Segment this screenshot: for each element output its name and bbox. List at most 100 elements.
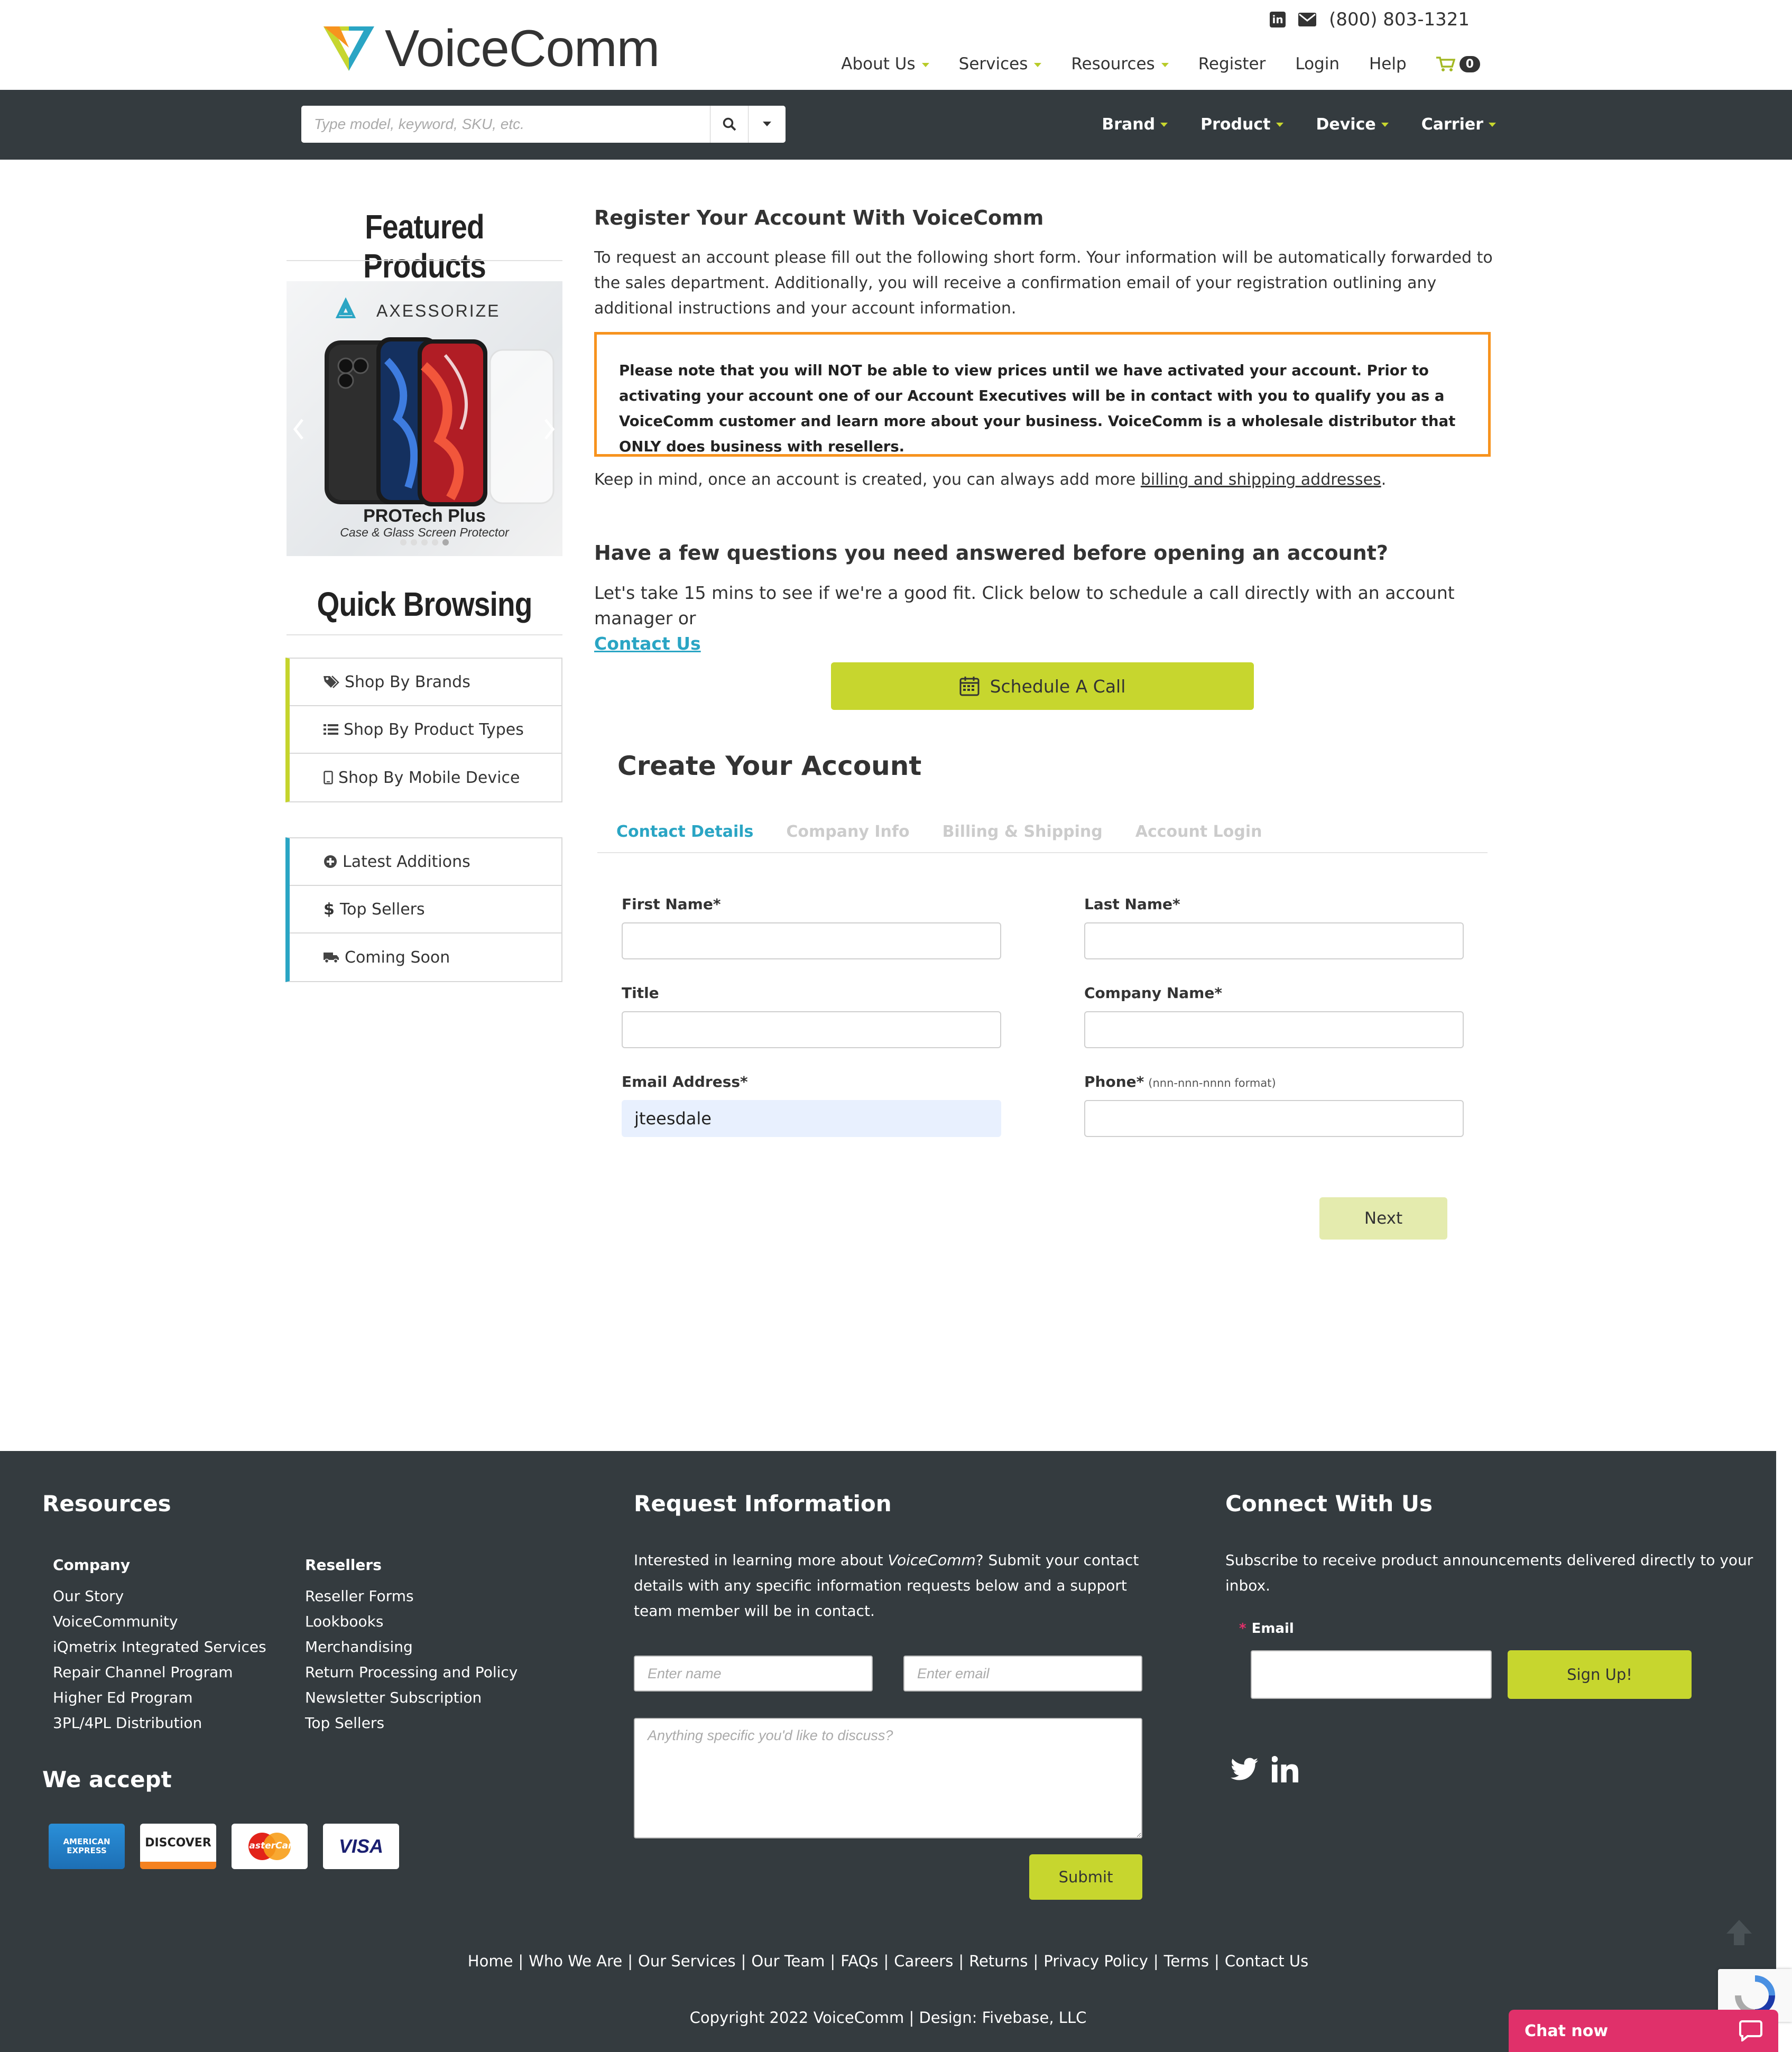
footer-link-privacy-policy[interactable]: Privacy Policy [1043,1952,1148,1970]
subscribe-email-input[interactable] [1251,1650,1492,1699]
cart-count-badge: 0 [1459,56,1480,72]
search-icon [723,117,736,131]
shop-by-product-types-link[interactable]: Shop By Product Types [290,706,561,754]
activation-notice: Please note that you will NOT be able to… [594,332,1491,457]
chevron-down-icon [1381,123,1389,127]
scroll-to-top-icon[interactable] [1724,1918,1754,1947]
footer-link-returns[interactable]: Returns [969,1952,1028,1970]
category-brand[interactable]: Brand [1102,115,1168,134]
search-button[interactable] [710,106,749,143]
schedule-call-button[interactable]: Schedule A Call [831,662,1254,710]
footer-link[interactable]: Newsletter Subscription [305,1685,518,1711]
search-input[interactable] [301,106,710,143]
footer-link-home[interactable]: Home [468,1952,513,1970]
tab-account-login[interactable]: Account Login [1135,822,1262,852]
footer-submit-button[interactable]: Submit [1029,1854,1142,1900]
footer-link[interactable]: VoiceCommunity [53,1609,266,1634]
last-name-field[interactable] [1084,922,1464,959]
dollar-icon: $ [324,900,335,919]
footer-link-contact-us[interactable]: Contact Us [1225,1952,1308,1970]
footer-link[interactable]: Top Sellers [305,1711,518,1736]
nav-register[interactable]: Register [1198,54,1266,73]
footer-message-textarea[interactable] [634,1718,1142,1838]
nav-services[interactable]: Services [959,54,1042,73]
connect-text: Subscribe to receive product announcemen… [1225,1551,1753,1594]
footer-link[interactable]: Merchandising [305,1634,518,1660]
email-address-field[interactable] [622,1100,1001,1137]
chevron-down-icon [1161,62,1169,67]
footer-link-careers[interactable]: Careers [894,1952,953,1970]
featured-product-carousel[interactable]: AXESSORIZE PROTech Plus Case & Glass Scr… [287,281,562,556]
category-product[interactable]: Product [1200,115,1283,134]
nav-resources[interactable]: Resources [1071,54,1169,73]
search-group [301,106,786,143]
footer-link-terms[interactable]: Terms [1164,1952,1209,1970]
contact-us-link[interactable]: Contact Us [594,633,701,654]
title-label: Title [622,984,659,1002]
twitter-icon[interactable] [1231,1758,1258,1781]
footer-link[interactable]: Our Story [53,1584,266,1609]
company-name-field[interactable] [1084,1011,1464,1048]
latest-additions-link[interactable]: Latest Additions [290,838,561,886]
divider [287,634,562,635]
phone-field[interactable] [1084,1100,1464,1137]
footer-link[interactable]: 3PL/4PL Distribution [53,1711,266,1736]
linkedin-icon[interactable] [1272,1756,1298,1782]
footer-bottom-links: Home | Who We Are | Our Services | Our Team | FA… [467,1952,1309,1970]
tab-billing-shipping[interactable]: Billing & Shipping [943,822,1103,852]
banner-brand: AXESSORIZE [376,301,501,320]
coming-soon-link[interactable]: Coming Soon [290,933,561,981]
sign-up-button[interactable]: Sign Up! [1508,1650,1692,1699]
footer-link-our-services[interactable]: Our Services [638,1952,736,1970]
footer-link[interactable]: Reseller Forms [305,1584,518,1609]
linkedin-icon[interactable]: in [1270,12,1286,27]
voicecomm-logo-icon[interactable] [324,26,374,71]
divider [287,260,562,261]
account-steps-tabs: Contact Details Company Info Billing & S… [597,822,1488,853]
keep-in-mind-prefix: Keep in mind, once an account is created… [594,470,1141,489]
title-field[interactable] [622,1011,1001,1048]
last-name-label: Last Name* [1084,895,1180,913]
nav-help[interactable]: Help [1369,54,1407,73]
featured-products-heading: Featured Products [363,208,486,285]
next-button[interactable]: Next [1319,1197,1447,1240]
main-nav: About Us Services Resources Register Log… [841,51,1480,77]
footer-link[interactable]: Return Processing and Policy [305,1660,518,1685]
questions-heading: Have a few questions you need answered b… [594,541,1388,565]
footer-link[interactable]: Higher Ed Program [53,1685,266,1711]
tags-icon [324,676,339,688]
nav-about-us[interactable]: About Us [841,54,929,73]
keep-in-mind-text: Keep in mind, once an account is created… [594,467,1493,493]
chat-now-widget[interactable]: Chat now [1509,2010,1778,2052]
connect-with-us-heading: Connect With Us [1225,1491,1433,1517]
list-icon [324,724,338,735]
shop-by-brands-link[interactable]: Shop By Brands [290,659,561,706]
footer-email-input[interactable] [903,1656,1142,1691]
tab-company-info[interactable]: Company Info [786,822,909,852]
nav-login[interactable]: Login [1295,54,1340,73]
billing-shipping-link[interactable]: billing and shipping addresses [1141,470,1381,489]
top-sellers-link[interactable]: $ Top Sellers [290,886,561,933]
envelope-icon[interactable] [1298,13,1317,26]
cart-button[interactable]: 0 [1436,56,1480,72]
copyright-brand[interactable]: VoiceComm [814,2009,904,2027]
tab-contact-details[interactable]: Contact Details [616,822,753,852]
link-label: Top Sellers [339,900,425,919]
footer-link[interactable]: iQmetrix Integrated Services [53,1634,266,1660]
shop-by-mobile-device-link[interactable]: Shop By Mobile Device [290,754,561,801]
footer-link-faqs[interactable]: FAQs [840,1952,878,1970]
category-device[interactable]: Device [1316,115,1389,134]
link-label: Shop By Brands [345,672,470,691]
footer-link[interactable]: Repair Channel Program [53,1660,266,1685]
footer-link-our-team[interactable]: Our Team [751,1952,825,1970]
footer-link[interactable]: Lookbooks [305,1609,518,1634]
footer-company-links: Our Story VoiceCommunity iQmetrix Integr… [53,1584,266,1736]
logo-wordmark[interactable]: VoiceComm [385,19,660,77]
caret-down-icon [763,122,771,126]
phone-number[interactable]: (800) 803-1321 [1329,9,1470,30]
footer-name-input[interactable] [634,1656,873,1691]
footer-link-who-we-are[interactable]: Who We Are [529,1952,622,1970]
search-dropdown-button[interactable] [749,106,786,143]
category-carrier[interactable]: Carrier [1421,115,1496,134]
first-name-field[interactable] [622,922,1001,959]
